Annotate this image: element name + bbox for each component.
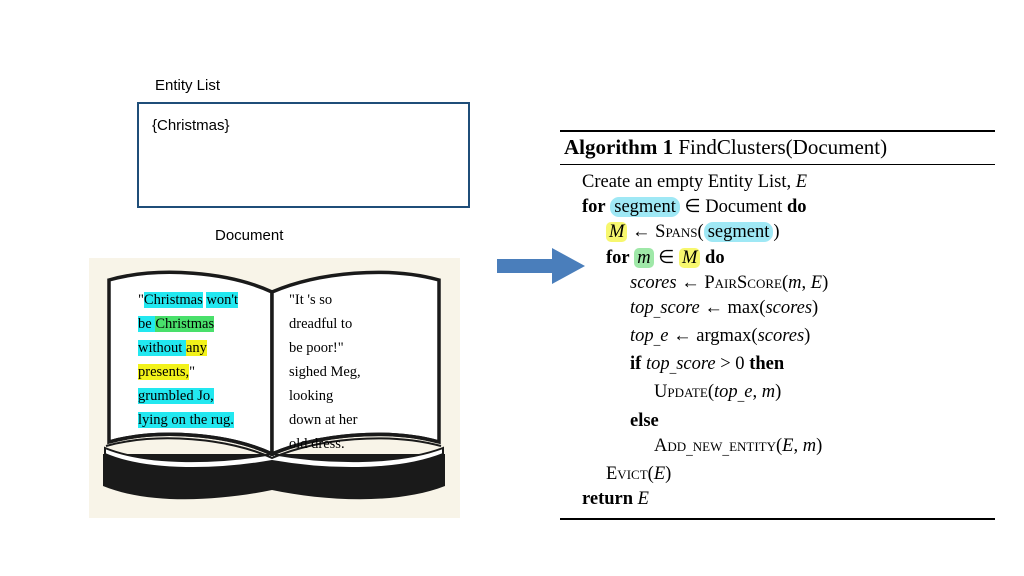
- book-text-line: be poor!": [289, 340, 344, 356]
- algorithm-line: Evict(E): [606, 463, 672, 484]
- algorithm-line: Add_new_entity(E, m): [654, 435, 823, 457]
- book-text-line: dreadful to: [289, 316, 353, 332]
- book-text-span: won't: [206, 292, 238, 308]
- book-text-line: "It 's so: [289, 292, 333, 308]
- book-text-line: lying on the rug.: [138, 408, 238, 432]
- book-text-span: lying on: [138, 412, 190, 428]
- algorithm-line: Update(top_e, m): [654, 382, 782, 404]
- algorithm-line: top_e ← argmax(scores): [630, 326, 811, 348]
- algorithm-block: Algorithm 1 FindClusters(Document) Creat…: [560, 130, 995, 521]
- entity-list-label: Entity List: [155, 77, 221, 94]
- book-text-line: without any: [138, 336, 238, 360]
- algorithm-rule-bottom: [560, 518, 995, 521]
- algorithm-line: top_score ← max(scores): [630, 298, 819, 319]
- algorithm-line: return E: [582, 489, 649, 510]
- book-text-span: the rug.: [189, 412, 234, 428]
- document-label: Document: [215, 227, 284, 244]
- algorithm-body: Create an empty Entity List, E for segmen…: [560, 165, 995, 518]
- algorithm-title: Algorithm 1 FindClusters(Document): [560, 132, 995, 164]
- open-book-figure: "Christmas won't be Christmas without any p…: [89, 258, 460, 518]
- book-text-line: looking: [289, 388, 334, 404]
- book-text-line: "Christmas won't: [138, 288, 238, 312]
- algorithm-line: Create an empty Entity List, E: [582, 172, 808, 192]
- entity-list-box: {Christmas}: [137, 102, 470, 208]
- entity-list-contents: {Christmas}: [152, 117, 230, 134]
- book-text-line: old dress.: [289, 436, 345, 452]
- book-text-span: Christmas: [155, 316, 215, 332]
- algorithm-line: else: [630, 410, 659, 431]
- book-text-span: Jo,: [197, 388, 214, 404]
- book-text-span: any: [185, 340, 207, 356]
- book-text-span: ": [189, 364, 196, 380]
- algorithm-line: if top_score > 0 then: [630, 354, 785, 376]
- algorithm-name: FindClusters(Document): [678, 135, 888, 159]
- book-text-span: without: [138, 340, 186, 356]
- book-text-line: sighed Meg,: [289, 364, 361, 380]
- algorithm-line: for segment ∈ Document do: [582, 197, 807, 218]
- book-text-line: grumbled Jo,: [138, 384, 238, 408]
- book-text-line: be Christmas: [138, 312, 238, 336]
- book-right-page-text: "It 's so dreadful to be poor!" sighed Meg,…: [289, 288, 361, 456]
- book-text-span: presents,: [138, 364, 190, 380]
- algorithm-line: for m ∈ M do: [606, 247, 725, 268]
- algorithm-line: scores ← PairScore(m, E): [630, 272, 829, 293]
- book-text-span: grumbled: [138, 388, 198, 404]
- book-left-page-text: "Christmas won't be Christmas without any p…: [138, 288, 238, 432]
- algorithm-number: Algorithm 1: [564, 135, 674, 159]
- book-text-span: Christmas: [143, 292, 203, 308]
- book-text-line: down at her: [289, 412, 358, 428]
- book-text-span: be: [138, 316, 156, 332]
- algorithm-line: M ← Spans(segment): [560, 220, 995, 245]
- book-text-line: presents,": [138, 360, 238, 384]
